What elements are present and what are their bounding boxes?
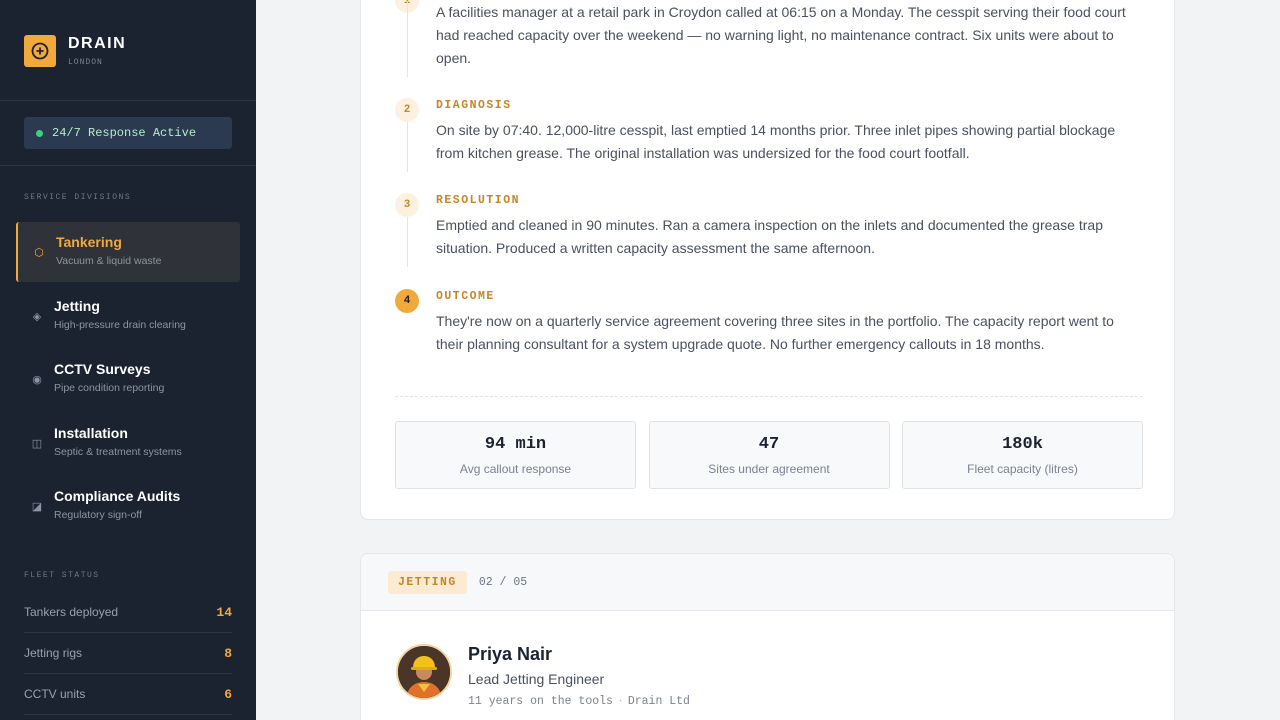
fleet-label: CCTV units (24, 687, 86, 701)
avatar (396, 644, 452, 700)
stats-row: 94 min Avg callout response 47 Sites und… (395, 421, 1143, 489)
stat-label: Fleet capacity (litres) (967, 462, 1078, 476)
card-header: JETTING 02 / 05 (361, 554, 1174, 611)
brand-city: LONDON (68, 58, 103, 67)
engineer-meta: 11 years on the tools · Drain Ltd (468, 695, 690, 708)
nav-item-compliance-audits[interactable]: ◪ Compliance Audits Regulatory sign-off (16, 476, 240, 536)
sidebar: DRAIN LONDON 24/7 Response Active SERVIC… (0, 0, 256, 720)
fleet-label: Tankers deployed (24, 605, 119, 619)
nav-item-subtitle: Septic & treatment systems (54, 445, 182, 458)
stat-value: 94 min (484, 435, 547, 454)
nav-item-title: Installation (54, 424, 128, 441)
step-number: 4 (395, 289, 419, 313)
response-status-pill: 24/7 Response Active (24, 117, 232, 149)
nav-item-installation[interactable]: ◫ Installation Septic & treatment system… (16, 413, 240, 473)
divider (0, 165, 256, 166)
step-title: OUTCOME (436, 290, 495, 303)
engineer-profile: Priya Nair Lead Jetting Engineer 11 year… (396, 644, 690, 708)
step-number: 2 (395, 98, 419, 122)
section-label-divisions: SERVICE DIVISIONS (24, 193, 132, 202)
stat-label: Avg callout response (459, 462, 572, 476)
stat-card: 47 Sites under agreement (648, 421, 890, 489)
nav-item-subtitle: Regulatory sign-off (54, 509, 142, 521)
brand[interactable]: DRAIN LONDON (24, 35, 126, 67)
jetting-profile-card: JETTING 02 / 05 Priya Nair Lead Jetting … (360, 553, 1175, 720)
stat-label: Sites under agreement (708, 462, 830, 476)
fleet-label: Jetting rigs (24, 646, 83, 660)
nav-item-title: Jetting (54, 297, 100, 314)
step-title: RESOLUTION (436, 194, 521, 207)
step-body: A facilities manager at a retail park in… (436, 4, 1126, 66)
nav-item-tankering[interactable]: ⬡ Tankering Vacuum & liquid waste (16, 222, 240, 282)
panel-icon: ◫ (31, 437, 43, 450)
fleet-status-list: Tankers deployed 14 Jetting rigs 8 CCTV … (24, 592, 232, 715)
camera-lens-icon: ◉ (32, 374, 42, 386)
division-nav: ⬡ Tankering Vacuum & liquid waste ◈ Jett… (16, 222, 240, 540)
division-tag: JETTING (388, 570, 467, 594)
nav-item-jetting[interactable]: ◈ Jetting High-pressure drain clearing (16, 286, 240, 346)
nav-item-subtitle: Pipe condition reporting (54, 382, 165, 394)
nav-item-title: Tankering (56, 234, 122, 250)
case-study-card: 1 A facilities manager at a retail park … (360, 0, 1175, 520)
nav-item-subtitle: High-pressure drain clearing (54, 318, 186, 331)
card-counter: 02 / 05 (478, 575, 528, 589)
hexagon-icon: ⬡ (34, 247, 44, 259)
checklist-icon: ◪ (31, 501, 43, 513)
engineer-role: Lead Jetting Engineer (468, 671, 605, 687)
stat-value: 47 (758, 435, 780, 454)
engineer-experience: 11 years on the tools (468, 695, 613, 708)
timeline-connector (407, 217, 408, 267)
step-body: On site by 07:40. 12,000-litre cesspit, … (436, 122, 1116, 161)
nav-item-cctv-surveys[interactable]: ◉ CCTV Surveys Pipe condition reporting (16, 349, 240, 409)
timeline-connector (407, 1, 408, 77)
status-dot-icon (36, 129, 43, 137)
nav-item-subtitle: Vacuum & liquid waste (56, 255, 162, 267)
fleet-row: CCTV units 6 (24, 674, 232, 715)
stat-card: 180k Fleet capacity (litres) (902, 421, 1143, 489)
divider (395, 396, 1143, 397)
step-title: DIAGNOSIS (436, 99, 512, 112)
step-body: Emptied and cleaned in 90 minutes. Ran a… (436, 217, 1103, 256)
timeline-connector (407, 122, 408, 172)
diamond-icon: ◈ (32, 310, 42, 323)
step-body: They're now on a quarterly service agree… (436, 313, 1114, 352)
nav-item-title: CCTV Surveys (54, 361, 151, 377)
fleet-row: Tankers deployed 14 (24, 592, 232, 633)
engineer-name: Priya Nair (468, 644, 553, 664)
step-number: 3 (395, 193, 419, 217)
brand-name: DRAIN (68, 35, 127, 52)
stat-value: 180k (1002, 435, 1043, 454)
nav-item-title: Compliance Audits (54, 488, 181, 504)
plus-circle-icon (24, 35, 56, 67)
divider (0, 100, 256, 101)
response-status-label: 24/7 Response Active (52, 126, 197, 140)
fleet-row: Jetting rigs 8 (24, 633, 232, 674)
fleet-value: 14 (216, 604, 232, 620)
stat-card: 94 min Avg callout response (395, 421, 636, 489)
fleet-value: 6 (224, 686, 232, 702)
engineer-company: Drain Ltd (627, 695, 690, 708)
section-label-fleet: FLEET STATUS (24, 571, 100, 580)
separator-dot: · (616, 695, 624, 708)
fleet-value: 8 (224, 645, 232, 661)
